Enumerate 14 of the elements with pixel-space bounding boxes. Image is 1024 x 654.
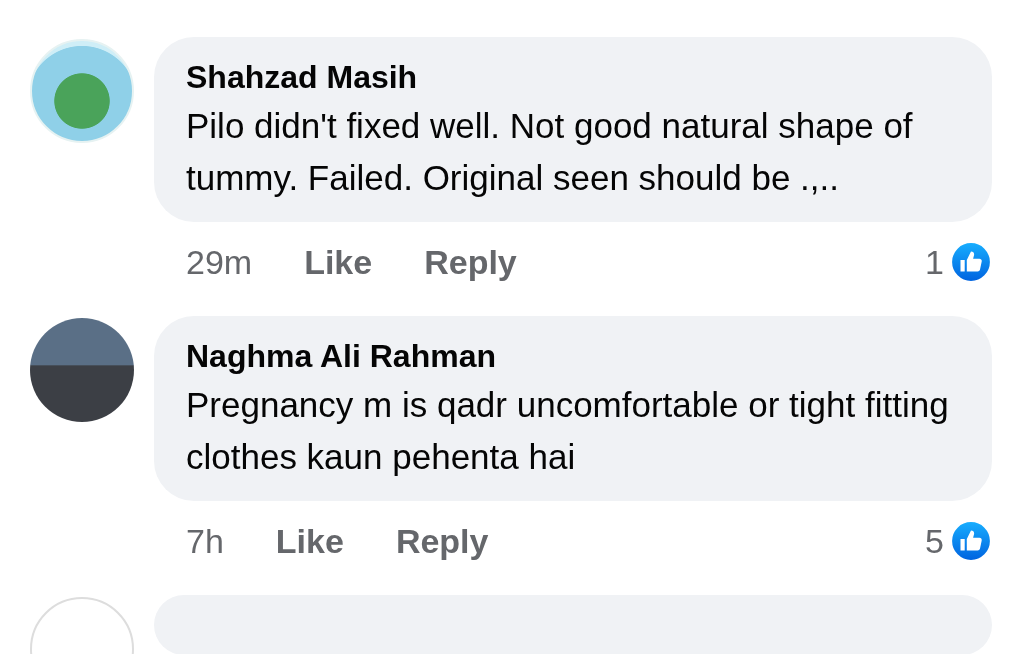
timestamp: 7h <box>186 521 224 561</box>
comment-text: Pregnancy m is qadr uncomfortable or tight fitting clothes kaun pehenta hai <box>186 384 950 478</box>
reply-link[interactable]: Reply <box>395 521 489 561</box>
reaction-count: 1 <box>925 242 944 282</box>
timestamp: 29m <box>186 242 253 282</box>
thumbs-up-icon <box>950 520 992 562</box>
author-name[interactable]: Shahzad Masih <box>186 59 960 96</box>
like-link[interactable]: Like <box>304 242 373 282</box>
reply-link[interactable]: Reply <box>424 242 517 282</box>
comment-text: Pilo didn't fixed well. Not good natural shape of tummy. Failed. Original seen should be .,.. <box>186 105 914 199</box>
thumbs-up-icon <box>950 241 992 283</box>
like-link[interactable]: Like <box>275 521 344 561</box>
author-name[interactable]: Naghma Ali Rahman <box>186 338 960 375</box>
reaction-count: 5 <box>925 521 944 561</box>
